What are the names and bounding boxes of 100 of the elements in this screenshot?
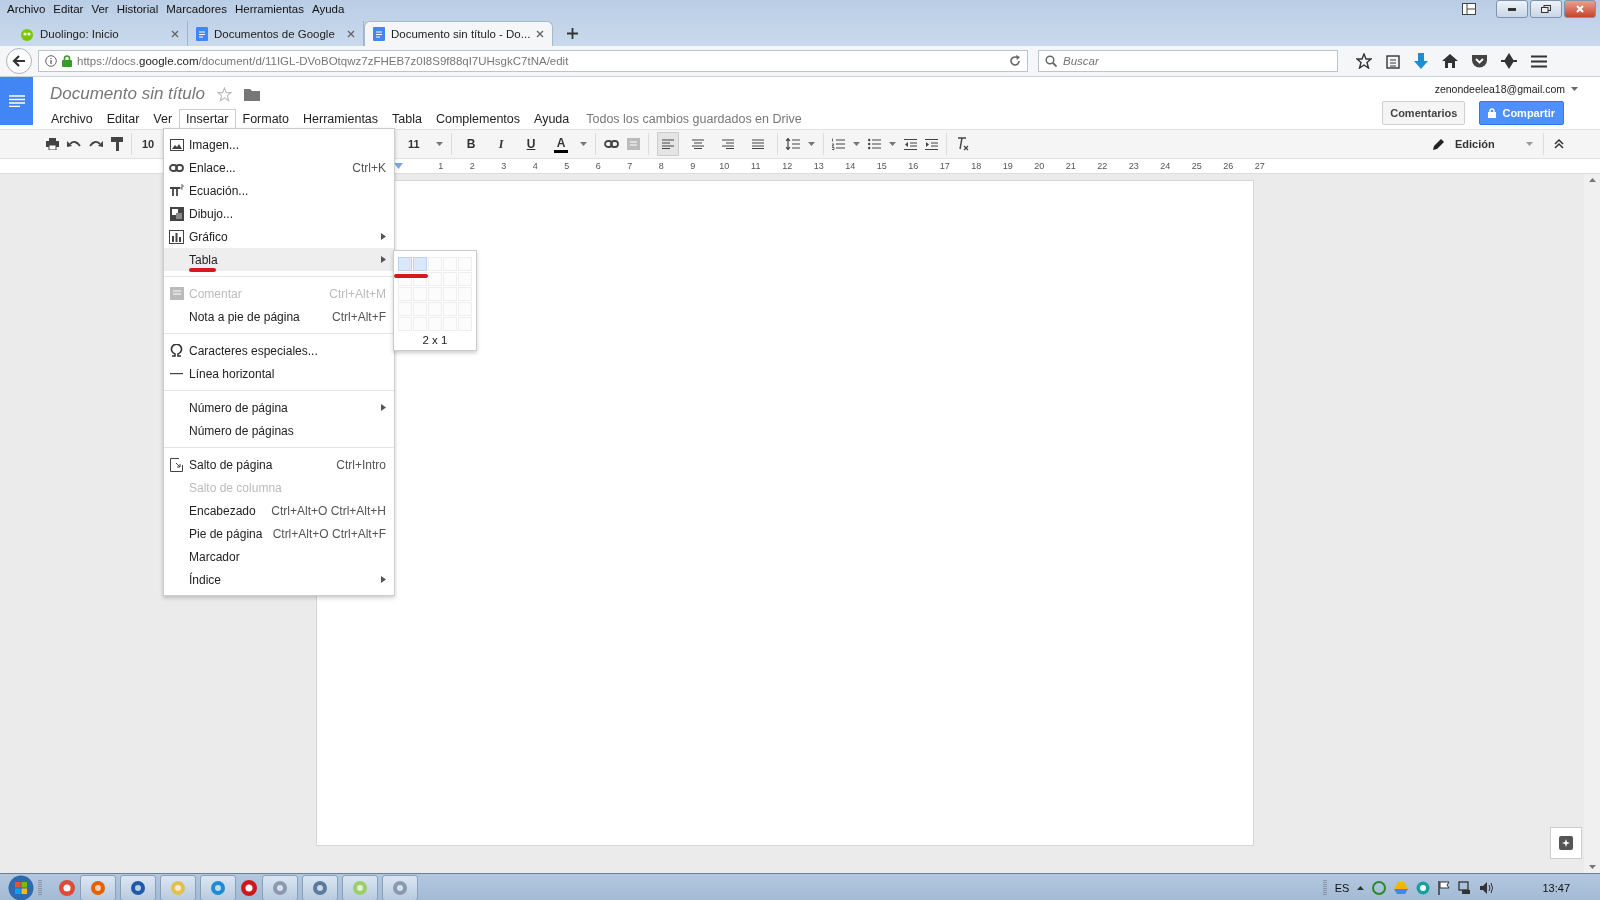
close-button[interactable] <box>1564 0 1596 18</box>
browser-tab[interactable]: Documento sin título - Do... <box>364 21 554 46</box>
menu-item[interactable]: Ayuda <box>309 3 351 15</box>
restore-button[interactable] <box>1530 0 1562 18</box>
tray-arrow-icon[interactable] <box>1357 885 1365 890</box>
line-spacing-icon[interactable] <box>786 138 800 150</box>
folder-icon[interactable] <box>243 87 260 101</box>
comments-button[interactable]: Comentarios <box>1382 101 1466 125</box>
taskbar-button[interactable] <box>382 874 418 900</box>
menu-item[interactable]: Herramientas <box>296 109 386 129</box>
increase-indent-icon[interactable] <box>925 138 938 150</box>
grip-icon[interactable] <box>38 878 42 897</box>
document-title[interactable]: Documento sin título <box>50 84 205 104</box>
taskbar-button[interactable] <box>120 874 156 900</box>
menu-item[interactable]: Ver <box>89 3 115 15</box>
menu-item[interactable]: Nota a pie de página Ctrl+Alt+F <box>164 305 394 328</box>
account-email[interactable]: zenondeelea18@gmail.com <box>1434 83 1565 95</box>
redo-icon[interactable] <box>89 139 103 149</box>
menu-item[interactable]: Herramientas <box>232 3 310 15</box>
menu-item[interactable]: Archivo <box>50 109 100 129</box>
undo-icon[interactable] <box>67 139 81 149</box>
menu-item[interactable]: Ecuación... <box>164 179 394 202</box>
search-box[interactable]: Buscar <box>1038 50 1338 72</box>
grid-cell[interactable] <box>398 257 412 271</box>
menu-item[interactable]: Tabla <box>385 109 429 129</box>
menu-item[interactable]: Enlace... Ctrl+K <box>164 156 394 179</box>
layout-icon[interactable] <box>1462 3 1476 15</box>
print-icon[interactable] <box>46 138 59 150</box>
menu-item[interactable]: Imagen... <box>164 133 394 156</box>
pocket-icon[interactable] <box>1472 54 1487 68</box>
menu-item[interactable]: Encabezado Ctrl+Alt+O Ctrl+Alt+H <box>164 499 394 522</box>
explore-button[interactable] <box>1550 827 1582 859</box>
star-icon[interactable] <box>216 86 232 102</box>
menu-item[interactable]: Número de página <box>164 396 394 419</box>
speaker-icon[interactable] <box>1480 880 1495 895</box>
font-size-dropdown[interactable]: 11 <box>408 133 428 155</box>
clipboard-icon[interactable] <box>1386 53 1400 69</box>
menu-item[interactable]: Índice <box>164 568 394 591</box>
taskbar-button[interactable] <box>160 874 196 900</box>
menu-item[interactable]: Línea horizontal <box>164 362 394 385</box>
taskbar-button[interactable] <box>200 874 236 900</box>
minimize-button[interactable] <box>1496 0 1528 18</box>
tab-close-icon[interactable] <box>171 29 179 38</box>
bullet-list-icon[interactable] <box>868 138 881 150</box>
flag-icon[interactable] <box>1438 880 1451 895</box>
italic-button[interactable]: I <box>490 132 512 156</box>
download-icon[interactable] <box>1414 53 1428 69</box>
underline-button[interactable]: U <box>520 132 542 156</box>
menu-icon[interactable] <box>1531 54 1547 68</box>
comment-icon <box>169 287 184 300</box>
taskbar-button[interactable] <box>302 874 338 900</box>
link-icon[interactable] <box>604 140 619 148</box>
menu-item[interactable]: Pie de página Ctrl+Alt+O Ctrl+Alt+F <box>164 522 394 545</box>
indent-marker-icon[interactable] <box>394 162 403 170</box>
start-orb-icon[interactable] <box>8 874 34 900</box>
menu-item[interactable]: Ayuda <box>527 109 577 129</box>
menu-item[interactable]: Marcador <box>164 545 394 568</box>
menu-item[interactable]: Complementos <box>428 109 528 129</box>
home-icon[interactable] <box>1442 54 1458 68</box>
clock[interactable]: 13:47 <box>1542 881 1570 894</box>
menu-item[interactable]: Marcadores <box>164 3 233 15</box>
language-indicator[interactable]: ES <box>1334 881 1350 894</box>
back-button[interactable] <box>6 48 32 74</box>
scrollbar[interactable] <box>1584 174 1600 873</box>
menu-item[interactable]: Gráfico <box>164 225 394 248</box>
taskbar-button[interactable] <box>80 874 116 900</box>
mode-dropdown[interactable]: Edición <box>1433 138 1533 150</box>
app-icon[interactable] <box>240 878 258 897</box>
menu-item[interactable]: Editar <box>51 3 90 15</box>
menu-item[interactable]: Archivo <box>5 3 52 15</box>
collapse-icon[interactable] <box>1554 139 1564 149</box>
taskbar-button[interactable] <box>342 874 378 900</box>
decrease-indent-icon[interactable] <box>904 138 917 150</box>
numbered-list-icon[interactable] <box>832 138 845 150</box>
address-bar[interactable]: https://docs.google.com/document/d/11IGL-DVoBOtqwz7zFHEB7z0I8S9f88qI7UHsgkC7tNA/edit <box>38 50 1028 72</box>
menu-item[interactable]: Insertar <box>179 109 236 129</box>
menu-item[interactable]: Salto de página Ctrl+Intro <box>164 453 394 476</box>
menu-item[interactable]: Historial <box>114 3 165 15</box>
paint-roller-icon[interactable] <box>111 137 123 151</box>
menu-item[interactable]: Formato <box>235 109 297 129</box>
bold-button[interactable]: B <box>460 132 482 156</box>
menu-item[interactable]: Ver <box>146 109 180 129</box>
clear-formatting-icon[interactable] <box>955 137 969 151</box>
network-icon[interactable] <box>1458 880 1473 895</box>
app-icon[interactable] <box>58 878 76 897</box>
menu-item[interactable]: Caracteres especiales... <box>164 339 394 362</box>
tab-close-icon[interactable] <box>536 30 545 38</box>
menu-item[interactable]: Dibujo... <box>164 202 394 225</box>
star-icon[interactable] <box>1356 53 1372 69</box>
app-icon <box>170 879 186 896</box>
grid-cell[interactable] <box>413 257 427 271</box>
menu-item[interactable]: Número de páginas <box>164 419 394 442</box>
grip-icon[interactable] <box>1322 878 1327 897</box>
text-color-button[interactable]: A <box>550 132 572 156</box>
new-tab-icon[interactable] <box>567 28 579 39</box>
tab-close-icon[interactable] <box>347 29 355 38</box>
zoom-dropdown[interactable]: 10 <box>140 133 156 155</box>
menu-item[interactable]: Editar <box>99 109 147 129</box>
menu-item[interactable]: Tabla <box>164 248 394 271</box>
reload-icon[interactable] <box>1009 55 1021 67</box>
